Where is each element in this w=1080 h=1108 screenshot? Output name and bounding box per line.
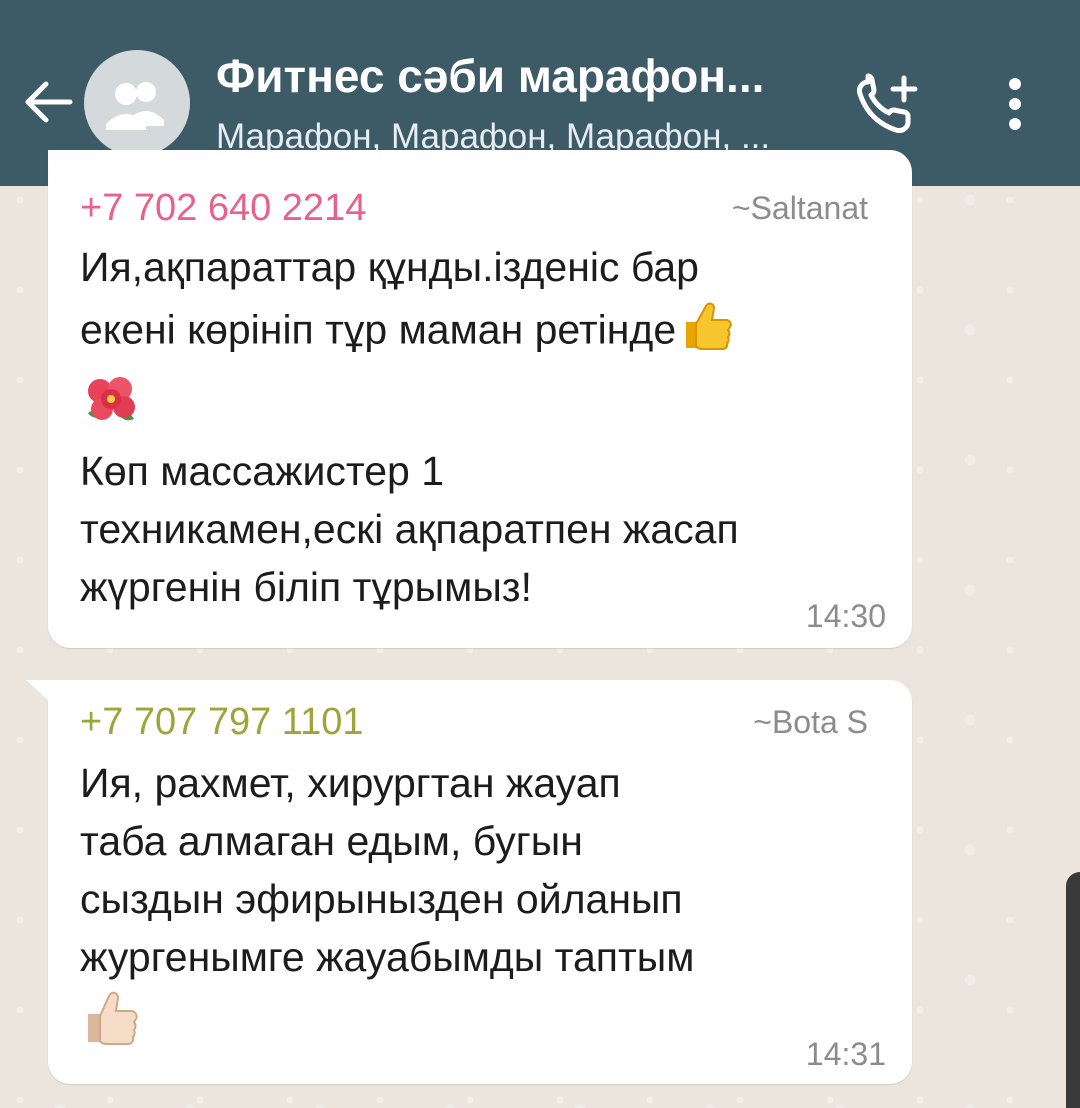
arrow-left-icon[interactable] xyxy=(18,72,78,132)
chat-title-area[interactable]: Фитнес сәби марафон... Марафон, Марафон,… xyxy=(216,46,826,162)
sender-phone[interactable]: +7 707 797 1101 xyxy=(80,700,364,744)
device-edge xyxy=(1066,872,1080,1108)
message-line: сыздын эфирынызден ойланып xyxy=(80,876,683,922)
sender-phone[interactable]: +7 702 640 2214 xyxy=(80,186,366,230)
message-line: Көп массажистер 1 xyxy=(80,448,445,494)
bubble-tail xyxy=(26,680,50,702)
message-line: Ия,ақпараттар құнды.ізденіс бар xyxy=(80,244,699,290)
message-time: 14:30 xyxy=(805,598,886,634)
sender-row: +7 702 640 2214 ~Saltanat xyxy=(80,186,868,230)
message-text: Ия,ақпараттар құнды.ізденіс бар екені кө… xyxy=(80,238,880,616)
message-line: жургенымге жауабымды таптым xyxy=(80,934,695,980)
add-call-icon[interactable] xyxy=(852,72,922,136)
message-line: техникамен,ескі ақпаратпен жасап xyxy=(80,506,739,552)
message-bubble[interactable]: +7 707 797 1101 ~Bota S Ия, рахмет, хиру… xyxy=(26,680,912,1084)
group-avatar-icon[interactable] xyxy=(84,50,190,156)
thumbs-up-light-icon xyxy=(80,986,142,1065)
message-text: Ия, рахмет, хирургтан жауап таба алмаган… xyxy=(80,754,880,1065)
sender-alias: ~Bota S xyxy=(753,704,868,740)
message-line: Ия, рахмет, хирургтан жауап xyxy=(80,760,621,806)
message-time: 14:31 xyxy=(805,1036,886,1072)
message-bubble[interactable]: +7 702 640 2214 ~Saltanat Ия,ақпараттар … xyxy=(48,150,912,648)
chat-title: Фитнес сәби марафон... xyxy=(216,50,765,102)
sender-row: +7 707 797 1101 ~Bota S xyxy=(80,700,868,744)
thumbs-up-icon xyxy=(676,296,734,369)
message-line: таба алмаган едым, бугын xyxy=(80,818,583,864)
message-line: екені көрініп тұр маман ретінде xyxy=(80,306,677,353)
hibiscus-icon xyxy=(80,369,142,442)
more-vertical-icon[interactable] xyxy=(990,74,1040,134)
sender-alias: ~Saltanat xyxy=(731,190,868,226)
message-line: жүргенін біліп тұрымыз! xyxy=(80,564,532,610)
